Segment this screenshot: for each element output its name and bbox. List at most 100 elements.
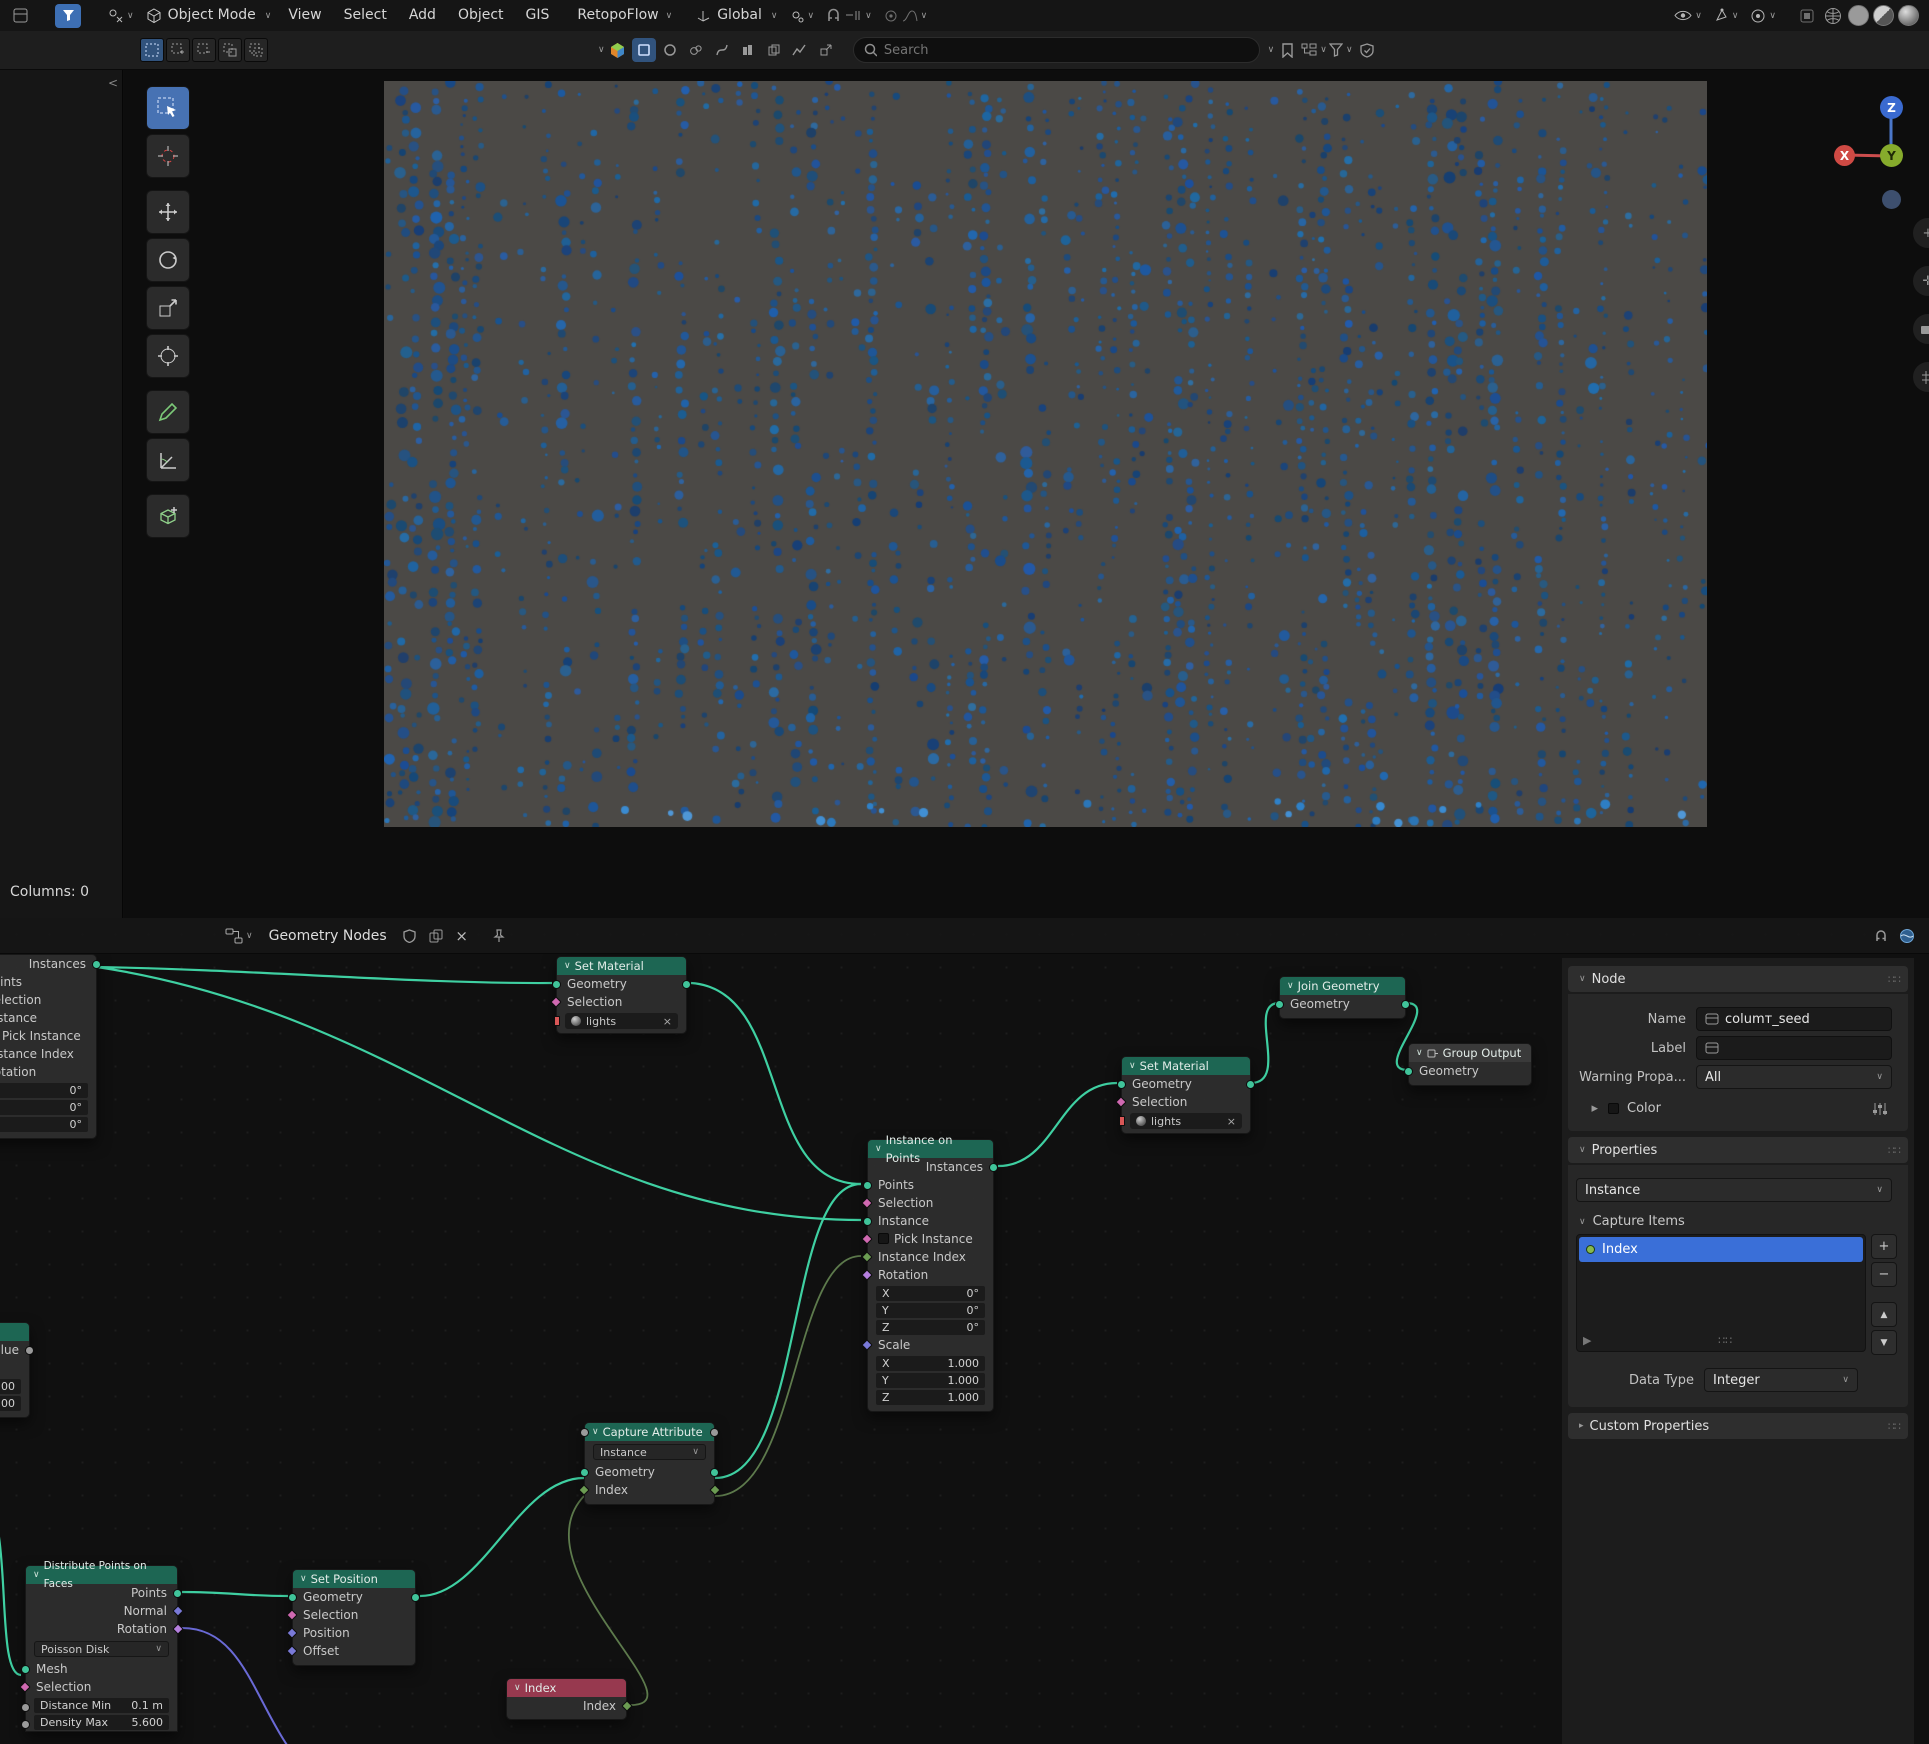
fake-user-shield-icon[interactable] — [398, 924, 422, 948]
socket-instance-in[interactable] — [863, 1217, 872, 1226]
socket-points-in[interactable] — [863, 1181, 872, 1190]
menu-object[interactable]: Object — [447, 0, 515, 31]
socket-geometry-out[interactable] — [1401, 1000, 1410, 1009]
socket-instances-out[interactable] — [989, 1163, 998, 1172]
collapse-icon[interactable]: ∨ — [875, 1140, 882, 1158]
curve-filter-icon[interactable] — [710, 38, 734, 62]
capture-items-list[interactable]: Index ▶ ∷∷ — [1576, 1234, 1866, 1352]
select-mode-extend-icon[interactable] — [166, 38, 190, 62]
scale-z-field[interactable]: Z1.000 — [876, 1390, 985, 1405]
distribution-method-dropdown[interactable]: Poisson Disk∨ — [34, 1641, 169, 1657]
scale-y-field[interactable]: Y1.000 — [876, 1373, 985, 1388]
shading-rendered-icon[interactable] — [1898, 5, 1919, 26]
socket-material-in[interactable] — [1119, 1116, 1125, 1126]
remove-item-button[interactable]: − — [1871, 1262, 1897, 1287]
surface-filter-icon[interactable] — [658, 38, 682, 62]
menu-view[interactable]: View — [277, 0, 332, 31]
capture-domain-dropdown[interactable]: Instance∨ — [593, 1444, 706, 1460]
tool-rotate[interactable] — [146, 238, 190, 282]
menu-add[interactable]: Add — [398, 0, 447, 31]
zoom-control-icon[interactable]: + — [1913, 218, 1929, 248]
panel-grip-icon[interactable]: ∷∷ — [1888, 1420, 1900, 1433]
node-join-geometry[interactable]: ∨Join Geometry Geometry — [1279, 976, 1406, 1019]
node-tree-name[interactable]: Geometry Nodes — [269, 928, 387, 944]
node-set-material-2[interactable]: ∨Set Material Geometry Selection lights× — [1121, 1056, 1251, 1134]
collapse-icon[interactable]: ∨ — [564, 957, 571, 975]
tool-annotate[interactable] — [146, 390, 190, 434]
filter-funnel-button[interactable] — [55, 4, 81, 28]
camera-view-icon[interactable] — [1913, 314, 1929, 344]
node-tree-type-icon[interactable]: ∨ — [225, 928, 253, 944]
node-set-position[interactable]: ∨Set Position Geometry Selection Positio… — [292, 1569, 416, 1666]
socket-points-out[interactable] — [173, 1589, 182, 1598]
socket-distance-min-in[interactable] — [21, 1703, 30, 1712]
socket-geometry-out[interactable] — [411, 1593, 420, 1602]
value-field-1[interactable]: 00 — [0, 1379, 21, 1394]
collapse-panel-icon[interactable]: < — [108, 76, 118, 90]
clear-material-icon[interactable]: × — [1227, 1115, 1236, 1128]
tool-move[interactable] — [146, 190, 190, 234]
socket-geometry-in[interactable] — [1275, 1000, 1284, 1009]
distance-min-field[interactable]: Distance Min0.1 m — [34, 1698, 169, 1713]
tool-transform[interactable] — [146, 334, 190, 378]
search-box[interactable] — [853, 37, 1260, 63]
socket-extend-out[interactable] — [710, 1428, 719, 1437]
gizmo-z-axis[interactable]: Z — [1880, 96, 1903, 119]
socket-instances-out[interactable] — [92, 960, 101, 969]
material-select-field[interactable]: lights× — [1130, 1113, 1242, 1129]
tool-select-box[interactable] — [146, 86, 190, 130]
geometry-node-editor[interactable]: ∨ Geometry Nodes × Instances Points Sele… — [0, 918, 1929, 1744]
clear-material-icon[interactable]: × — [663, 1015, 672, 1028]
shading-solid-icon[interactable] — [1848, 5, 1869, 26]
data-type-dropdown[interactable]: Integer ∨ — [1704, 1368, 1858, 1392]
select-mode-intersect-icon[interactable] — [244, 38, 268, 62]
select-mode-new-icon[interactable] — [140, 38, 164, 62]
collapse-icon[interactable]: ∨ — [514, 1679, 521, 1697]
unlink-close-icon[interactable]: × — [450, 924, 474, 948]
node-instance-on-points[interactable]: ∨Instance on Points Instances Points Sel… — [867, 1139, 994, 1412]
collapse-icon[interactable]: ∨ — [1129, 1057, 1136, 1075]
search-options-chevron[interactable]: ∨ — [1268, 45, 1275, 55]
panel-grip-icon[interactable]: ∷∷ — [1888, 973, 1900, 986]
export-filter-icon[interactable] — [814, 38, 838, 62]
rotation-y-field[interactable]: Y0° — [876, 1303, 985, 1318]
collection-tree-icon[interactable]: ∨ — [1301, 38, 1327, 62]
menu-retopoflow[interactable]: RetopoFlow ∨ — [566, 0, 672, 31]
warning-propagation-dropdown[interactable]: All ∨ — [1696, 1065, 1892, 1089]
viewport-render[interactable] — [384, 81, 1707, 827]
list-grip-icon[interactable]: ∷∷ — [1718, 1334, 1732, 1347]
value-field-2[interactable]: 00 — [0, 1396, 21, 1411]
socket-geometry-in[interactable] — [288, 1593, 297, 1602]
editor-type-icon[interactable] — [8, 4, 32, 28]
collapse-icon[interactable]: ∨ — [1287, 977, 1294, 995]
tool-add-cube[interactable] — [146, 494, 190, 538]
select-mode-invert-icon[interactable] — [218, 38, 242, 62]
graph-filter-icon[interactable] — [788, 38, 812, 62]
editor-chooser[interactable]: ∨ — [108, 8, 134, 24]
socket-mesh-in[interactable] — [21, 1665, 30, 1674]
move-view-icon[interactable]: ✛ — [1913, 266, 1929, 296]
rotation-z-field[interactable]: Z0° — [0, 1117, 88, 1132]
metaball-filter-icon[interactable] — [684, 38, 708, 62]
search-input[interactable] — [884, 43, 1249, 58]
socket-geometry-in[interactable] — [580, 1468, 589, 1477]
filter-icon[interactable]: ∨ — [1329, 38, 1353, 62]
chevron-right-icon[interactable]: ▸ — [1568, 1101, 1598, 1116]
socket-extend-in[interactable] — [580, 1428, 589, 1437]
pin-icon[interactable] — [487, 924, 511, 948]
navigation-gizmo[interactable]: Z Y X — [1801, 78, 1911, 228]
socket-value-out[interactable] — [25, 1346, 34, 1355]
menu-select[interactable]: Select — [333, 0, 398, 31]
domain-dropdown[interactable]: Instance ∨ — [1576, 1178, 1892, 1202]
density-max-field[interactable]: Density Max5.600 — [34, 1715, 169, 1730]
socket-geometry-out[interactable] — [710, 1468, 719, 1477]
collapse-icon[interactable]: ∨ — [300, 1570, 307, 1588]
tool-cursor[interactable] — [146, 134, 190, 178]
tool-scale[interactable] — [146, 286, 190, 330]
color-presets-icon[interactable] — [1872, 1102, 1888, 1116]
snap-toggle[interactable]: ∨ — [826, 8, 872, 23]
gizmo-x-axis[interactable]: X — [1834, 145, 1855, 166]
mesh-filter-active-icon[interactable] — [632, 38, 656, 62]
node-snap-magnet-icon[interactable] — [1869, 924, 1893, 948]
scale-x-field[interactable]: X1.000 — [876, 1356, 985, 1371]
